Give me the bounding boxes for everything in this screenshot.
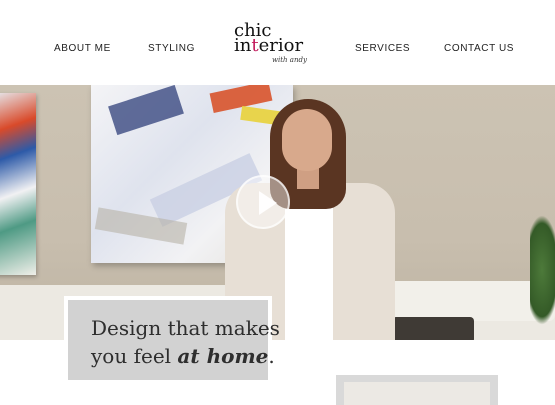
nav-link-contact-us[interactable]: CONTACT US xyxy=(444,43,514,54)
nav-link-services[interactable]: SERVICES xyxy=(355,43,410,54)
plant xyxy=(530,215,555,325)
tagline-line-2: you feel at home. xyxy=(91,344,275,368)
nav-link-styling[interactable]: STYLING xyxy=(148,43,195,54)
sofa-back xyxy=(380,281,555,321)
featured-image xyxy=(344,382,490,405)
play-icon xyxy=(259,191,277,215)
tagline-box: Design that makes you feel at home. xyxy=(64,296,280,384)
abstract-painting-left xyxy=(0,93,36,275)
tagline-emphasis: at home xyxy=(177,344,269,368)
logo-tagline: with andy xyxy=(272,56,307,64)
video-play-button[interactable] xyxy=(236,175,290,229)
featured-image-frame xyxy=(336,375,498,405)
logo-word-interior: interior xyxy=(234,35,304,56)
nav-link-about-me[interactable]: ABOUT ME xyxy=(54,43,111,54)
site-header: ABOUT ME STYLING chic interior with andy… xyxy=(0,0,555,85)
logo-accent-letter: t xyxy=(251,35,259,56)
tagline-line-1: Design that makes xyxy=(91,316,280,340)
site-logo[interactable]: chic interior with andy xyxy=(232,22,316,68)
pillow xyxy=(392,317,474,340)
